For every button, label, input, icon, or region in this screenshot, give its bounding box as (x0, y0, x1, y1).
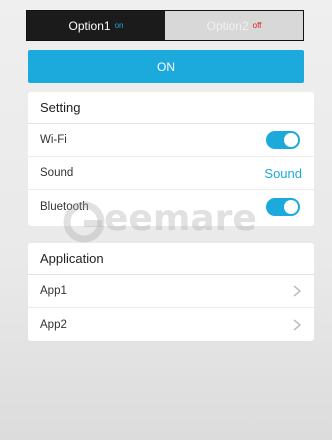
segment-option2-state: off (252, 21, 262, 30)
app-screen: Option1 on Option2 off ON Setting Wi-Fi … (0, 0, 332, 440)
application-card-title: Application (28, 243, 314, 275)
segmented-control: Option1 on Option2 off (26, 10, 304, 41)
application-card: Application App1 App2 (28, 243, 314, 341)
segment-option1-state: on (114, 21, 124, 30)
wifi-toggle[interactable] (266, 131, 300, 149)
toggle-knob (284, 199, 298, 214)
toggle-knob (284, 133, 298, 147)
setting-row-label: Wi-Fi (40, 134, 67, 146)
segment-option2-label: Option2 (206, 18, 249, 33)
app-row-label: App2 (40, 318, 67, 331)
segment-option1-label: Option1 (68, 18, 111, 33)
bluetooth-toggle[interactable] (266, 197, 300, 216)
chevron-right-icon (293, 285, 302, 297)
setting-row-label: Bluetooth (40, 200, 89, 213)
app-row-app1[interactable]: App1 (28, 275, 314, 308)
app-row-app2[interactable]: App2 (28, 308, 314, 341)
setting-card: Setting Wi-Fi Sound Sound Bluetooth (28, 92, 314, 226)
segment-option1[interactable]: Option1 on (27, 11, 165, 40)
setting-row-label: Sound (40, 167, 74, 179)
setting-row-sound[interactable]: Sound Sound (28, 157, 314, 190)
setting-row-bluetooth[interactable]: Bluetooth (28, 190, 314, 223)
setting-card-title: Setting (28, 92, 314, 124)
setting-row-wifi[interactable]: Wi-Fi (28, 124, 314, 157)
sound-value[interactable]: Sound (264, 166, 302, 181)
on-button[interactable]: ON (28, 50, 304, 83)
app-row-label: App1 (40, 285, 67, 297)
chevron-right-icon (293, 318, 302, 331)
segment-option2[interactable]: Option2 off (165, 11, 303, 40)
